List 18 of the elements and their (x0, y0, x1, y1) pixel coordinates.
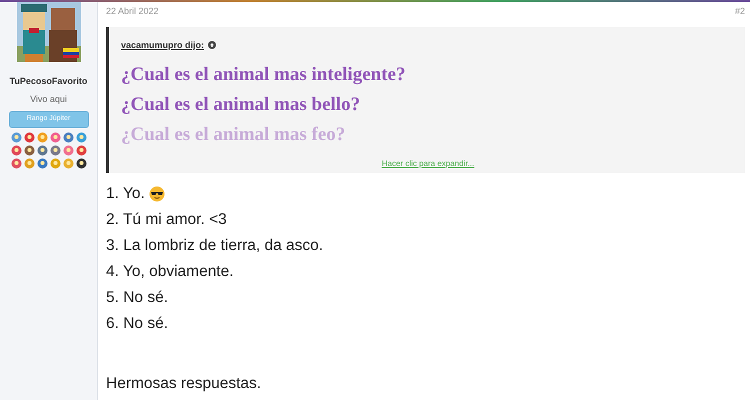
post-line: Hermosas respuestas. (106, 374, 262, 394)
badge-icon[interactable] (76, 158, 86, 168)
quote-heading: ¿Cual es el animal mas feo? (121, 123, 346, 147)
quote-heading: ¿Cual es el animal mas inteligente? (121, 63, 406, 87)
post-line: 3. La lombriz de tierra, da asco. (106, 236, 324, 256)
post-line: 2. Tú mi amor. <3 (106, 210, 227, 230)
post-line: 1. Yo. (106, 184, 145, 204)
post-date[interactable]: 22 Abril 2022 (106, 5, 159, 18)
arrow-circle-icon[interactable] (208, 41, 216, 50)
post-number[interactable]: #2 (734, 5, 745, 18)
quote-heading: ¿Cual es el animal mas bello? (121, 93, 362, 117)
username[interactable]: TuPecosoFavorito (10, 75, 88, 88)
post-line: 4. Yo, obviamente. (106, 262, 234, 282)
post-line: 6. No sé. (106, 314, 168, 334)
quote-author[interactable]: vacamumupro dijo: (121, 38, 204, 52)
expand-link[interactable]: Hacer clic para expandir... (382, 159, 474, 168)
user-title: Vivo aqui (30, 92, 67, 106)
post-line: 5. No sé. (106, 288, 168, 308)
